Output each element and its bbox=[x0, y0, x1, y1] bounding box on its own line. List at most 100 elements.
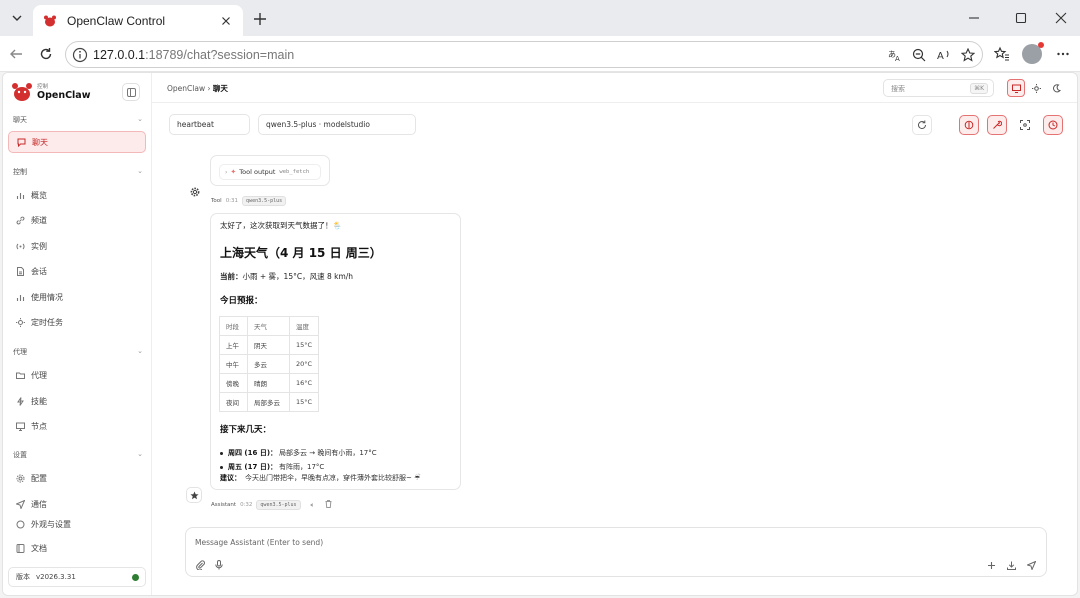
section-chat-label: 聊天 bbox=[13, 116, 27, 124]
favorites-button[interactable] bbox=[992, 44, 1012, 64]
send-icon[interactable] bbox=[1024, 558, 1038, 572]
gear-icon bbox=[15, 473, 25, 483]
minimize-button[interactable] bbox=[966, 10, 982, 26]
section-agent[interactable]: 代理 ⌄ bbox=[13, 347, 143, 359]
sidebar-item-nodes[interactable]: 节点 bbox=[8, 415, 146, 437]
book-icon bbox=[15, 543, 25, 553]
theme-light-button[interactable] bbox=[1027, 79, 1045, 97]
chevron-down-icon bbox=[12, 15, 22, 21]
session-key-field[interactable]: heartbeat bbox=[169, 114, 250, 135]
section-control[interactable]: 控制 ⌄ bbox=[13, 167, 143, 179]
reload-button[interactable] bbox=[36, 44, 56, 64]
section-agent-label: 代理 bbox=[13, 348, 27, 356]
breadcrumb-separator: › bbox=[207, 84, 211, 93]
sidebar-item-label: 聊天 bbox=[32, 137, 48, 147]
zoom-out-icon[interactable] bbox=[911, 47, 927, 63]
wrench-icon bbox=[993, 120, 1002, 129]
thinking-toggle-button[interactable] bbox=[959, 115, 979, 135]
delete-icon[interactable] bbox=[325, 500, 332, 510]
download-icon[interactable] bbox=[1004, 558, 1018, 572]
breadcrumb-current: 聊天 bbox=[212, 84, 228, 93]
sidebar-item-usage[interactable]: 使用情况 bbox=[8, 286, 146, 308]
table-cell: 中午 bbox=[219, 354, 248, 374]
section-chat[interactable]: 聊天 ⌄ bbox=[13, 115, 143, 127]
current-text: 小雨 + 雾，15°C，风速 8 km/h bbox=[242, 272, 354, 281]
sidebar-item-agents[interactable]: 代理 bbox=[8, 364, 146, 386]
broadcast-icon bbox=[15, 241, 25, 251]
message-model: qwen3.5-plus bbox=[256, 500, 301, 510]
plus-icon[interactable] bbox=[984, 558, 998, 572]
chevron-down-icon: ⌄ bbox=[137, 450, 143, 458]
maximize-button[interactable] bbox=[1013, 10, 1029, 26]
paperclip-icon[interactable] bbox=[193, 558, 207, 572]
sidebar-item-overview[interactable]: 概览 bbox=[8, 184, 146, 206]
sidebar-item-docs[interactable]: 文档 bbox=[8, 537, 146, 559]
tool-name: web_fetch bbox=[279, 169, 310, 175]
tool-output-chip[interactable]: › ✦ Tool output web_fetch bbox=[219, 164, 321, 180]
tab-close-icon[interactable] bbox=[219, 14, 233, 28]
profile-avatar[interactable] bbox=[1022, 42, 1044, 64]
refresh-button[interactable] bbox=[912, 115, 932, 135]
close-window-button[interactable] bbox=[1053, 10, 1069, 26]
list-item: 周五 (17 日)： 有阵雨，17°C bbox=[220, 460, 377, 474]
search-input[interactable]: 搜索 ⌘K bbox=[883, 79, 994, 97]
refresh-icon bbox=[918, 120, 927, 130]
sidebar-item-label: 通信 bbox=[31, 499, 47, 509]
read-aloud-icon[interactable]: A bbox=[936, 47, 952, 63]
weather-table: 时段 天气 温度 上午 阴天 15°C 中午 多云 20°C 傍晚 晴朗 16°… bbox=[219, 316, 320, 412]
sidebar-item-channels[interactable]: 频道 bbox=[8, 209, 146, 231]
favorite-star-icon[interactable] bbox=[960, 47, 976, 63]
send-icon bbox=[15, 499, 25, 509]
tab-list-button[interactable] bbox=[6, 7, 28, 29]
sidebar-item-skills[interactable]: 技能 bbox=[8, 390, 146, 412]
message-intro: 太好了，这次获取到天气数据了！🌦️ bbox=[220, 221, 342, 230]
sidebar-item-label: 使用情况 bbox=[31, 292, 63, 302]
list-item: 周四 (16 日)： 局部多云 → 晚间有小雨，17°C bbox=[220, 446, 377, 460]
theme-switch bbox=[1007, 79, 1067, 97]
collapse-sidebar-button[interactable] bbox=[122, 83, 140, 101]
model-select[interactable]: qwen3.5-plus · modelstudio bbox=[258, 114, 416, 135]
palette-icon bbox=[15, 519, 25, 529]
back-button[interactable] bbox=[6, 44, 26, 64]
sidebar-item-label: 文档 bbox=[31, 543, 47, 553]
sidebar-item-comms[interactable]: 通信 bbox=[8, 493, 146, 515]
sidebar-item-label: 概览 bbox=[31, 190, 47, 200]
version-badge: 版本 v2026.3.31 bbox=[8, 567, 146, 587]
table-header-cell: 天气 bbox=[247, 316, 290, 336]
breadcrumb-root[interactable]: OpenClaw bbox=[167, 84, 205, 93]
speaker-icon[interactable]: 🔈︎ bbox=[311, 501, 315, 510]
sidebar-item-sessions[interactable]: 会话 bbox=[8, 260, 146, 282]
clock-icon bbox=[1048, 120, 1058, 130]
sidebar-item-chat[interactable]: 聊天 bbox=[8, 131, 146, 153]
theme-dark-button[interactable] bbox=[1047, 79, 1065, 97]
sun-icon bbox=[1031, 83, 1041, 93]
settings-more-button[interactable] bbox=[1053, 44, 1073, 64]
table-cell: 阴天 bbox=[247, 335, 290, 355]
table-cell: 15°C bbox=[288, 335, 320, 355]
table-row: 傍晚 晴朗 16°C bbox=[219, 373, 320, 393]
microphone-icon[interactable] bbox=[212, 558, 226, 572]
url-text: 127.0.0.1:18789/chat?session=main bbox=[93, 48, 294, 62]
theme-system-button[interactable] bbox=[1007, 79, 1025, 97]
openclaw-favicon-icon bbox=[44, 15, 56, 26]
message-input[interactable] bbox=[195, 535, 995, 549]
sidebar-item-instances[interactable]: 实例 bbox=[8, 235, 146, 257]
bullet bbox=[220, 465, 223, 469]
tools-toggle-button[interactable] bbox=[987, 115, 1007, 135]
sidebar-item-appearance[interactable]: 外观与设置 bbox=[8, 519, 146, 529]
focus-mode-button[interactable] bbox=[1015, 115, 1035, 135]
history-button[interactable] bbox=[1043, 115, 1063, 135]
plus-icon bbox=[254, 13, 266, 25]
sidebar-item-cron[interactable]: 定时任务 bbox=[8, 311, 146, 333]
translate-icon[interactable]: あA bbox=[887, 47, 903, 63]
message-composer bbox=[185, 527, 1047, 577]
forecast-list: 周四 (16 日)： 局部多云 → 晚间有小雨，17°C 周五 (17 日)： 有阵… bbox=[220, 446, 377, 474]
new-tab-button[interactable] bbox=[250, 9, 270, 29]
sidebar-item-config[interactable]: 配置 bbox=[8, 467, 146, 489]
section-settings[interactable]: 设置 ⌄ bbox=[13, 450, 143, 462]
browser-tab[interactable]: OpenClaw Control bbox=[33, 5, 243, 36]
url-field[interactable]: 127.0.0.1:18789/chat?session=main あA A bbox=[65, 41, 983, 68]
table-cell: 傍晚 bbox=[219, 373, 248, 393]
document-icon bbox=[15, 266, 25, 276]
info-icon[interactable] bbox=[72, 47, 88, 63]
